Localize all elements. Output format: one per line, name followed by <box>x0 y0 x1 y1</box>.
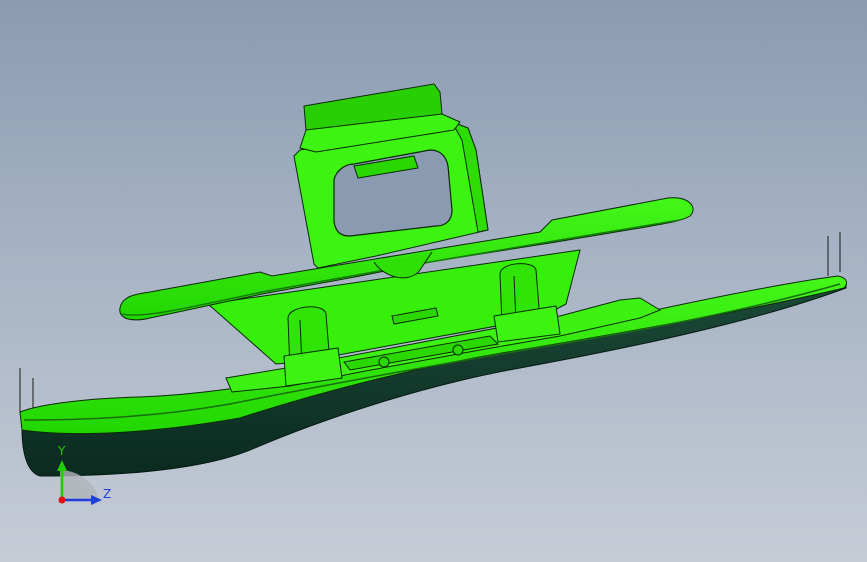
y-axis-arrow-icon <box>57 460 67 471</box>
triad-shadow <box>60 470 98 500</box>
origin-icon <box>58 496 66 504</box>
axis-triad: Y Z <box>57 444 111 505</box>
3d-viewport[interactable]: Y Z <box>0 0 867 562</box>
z-axis-label: Z <box>103 487 111 501</box>
y-axis-label: Y <box>57 444 66 458</box>
